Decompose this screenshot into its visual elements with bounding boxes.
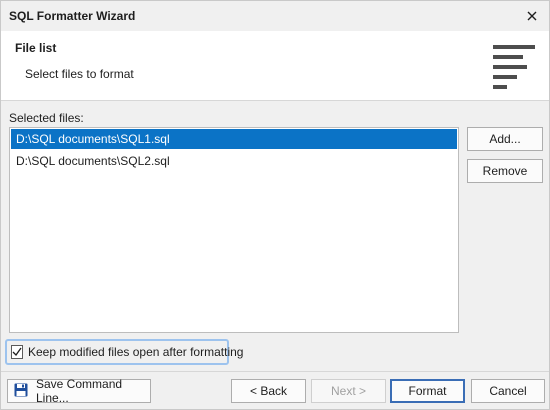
close-icon[interactable] xyxy=(523,7,541,25)
save-command-line-label: Save Command Line... xyxy=(36,377,123,405)
back-button[interactable]: < Back xyxy=(231,379,306,403)
title-bar: SQL Formatter Wizard xyxy=(1,1,549,31)
next-button[interactable]: Next > xyxy=(311,379,386,403)
page-title: File list xyxy=(15,41,57,55)
file-path: D:\SQL documents\SQL1.sql xyxy=(16,132,170,146)
remove-file-button[interactable]: Remove xyxy=(467,159,543,183)
window-title: SQL Formatter Wizard xyxy=(9,9,136,23)
save-command-line-button[interactable]: Save Command Line... xyxy=(7,377,151,405)
selected-files-label: Selected files: xyxy=(9,111,84,125)
cancel-button[interactable]: Cancel xyxy=(471,379,545,403)
floppy-disk-icon xyxy=(14,383,28,400)
selected-files-list[interactable]: D:\SQL documents\SQL1.sql D:\SQL documen… xyxy=(9,127,459,333)
checkmark-icon xyxy=(12,347,22,357)
list-item[interactable]: D:\SQL documents\SQL1.sql xyxy=(11,129,457,149)
add-files-button[interactable]: Add... xyxy=(467,127,543,151)
keep-open-checkbox[interactable]: Keep modified files open after formattin… xyxy=(5,339,243,365)
format-lines-icon xyxy=(491,45,537,89)
list-item[interactable]: D:\SQL documents\SQL2.sql xyxy=(10,150,458,172)
page-subtitle: Select files to format xyxy=(25,67,134,81)
sql-formatter-wizard-window: SQL Formatter Wizard File list Select fi… xyxy=(0,0,550,410)
file-path: D:\SQL documents\SQL2.sql xyxy=(16,154,170,168)
keep-open-label: Keep modified files open after formattin… xyxy=(28,345,244,359)
wizard-header: File list Select files to format xyxy=(1,31,549,101)
format-button[interactable]: Format xyxy=(390,379,465,403)
checkbox-box[interactable] xyxy=(11,345,23,359)
